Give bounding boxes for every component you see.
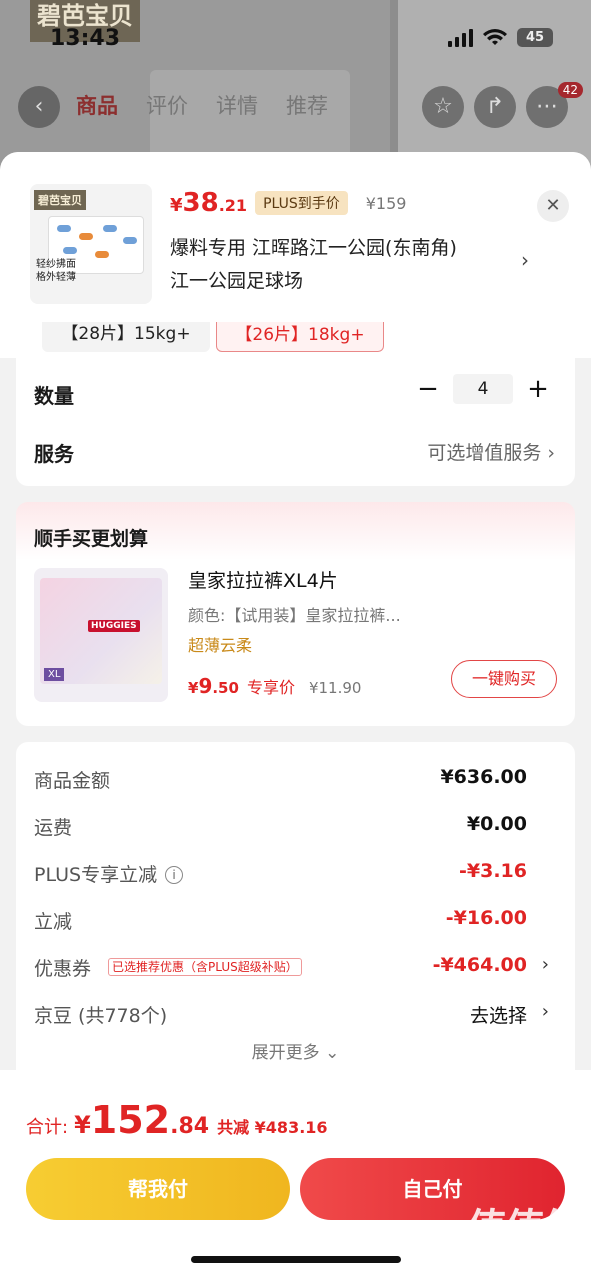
quantity-stepper: − 4 +	[415, 374, 551, 404]
checkout-footer: 合计: ¥ 152 .84 共减 ¥483.16 帮我付 自己付 值值值 zhi…	[0, 1070, 591, 1280]
bundle-product-image[interactable]: HUGGIES XL	[34, 568, 168, 702]
help-pay-button[interactable]: 帮我付	[26, 1158, 290, 1220]
bundle-price: ¥9.50 专享价 ¥11.90	[188, 674, 362, 698]
chevron-right-icon[interactable]: ›	[521, 248, 529, 272]
chevron-right-icon[interactable]: ›	[542, 1001, 549, 1022]
background-tabs: 商品 评价 详情 推荐	[76, 90, 328, 120]
bundle-card: 顺手买更划算 HUGGIES XL 皇家拉拉裤XL4片 颜色:【试用装】皇家拉拉…	[16, 502, 575, 726]
one-click-buy-button[interactable]: 一键购买	[451, 660, 557, 698]
expand-more-button[interactable]: 展开更多 ⌄	[16, 1038, 575, 1063]
bundle-product-name[interactable]: 皇家拉拉裤XL4片	[188, 566, 338, 593]
tab-recommend[interactable]: 推荐	[286, 90, 328, 120]
tab-reviews[interactable]: 评价	[146, 90, 188, 120]
summary-row-plus-discount: PLUS专享立减 i -¥3.16	[34, 860, 527, 886]
close-icon[interactable]: ✕	[537, 190, 569, 222]
signal-icon	[448, 28, 473, 47]
service-selector[interactable]: 可选增值服务 ›	[427, 438, 555, 465]
back-icon[interactable]: ‹	[18, 86, 60, 128]
share-icon[interactable]: ↱	[474, 86, 516, 128]
bundle-product-tag: 超薄云柔	[188, 636, 253, 655]
watermark: 值值值 zhizhizhi.com	[467, 1206, 583, 1266]
chevron-right-icon[interactable]: ›	[542, 954, 549, 975]
chevron-down-icon: ⌄	[325, 1043, 340, 1063]
thumb-brand-logo: 碧芭宝贝	[34, 190, 86, 210]
sheet-price: ¥38.21	[170, 188, 248, 218]
plus-button[interactable]: +	[525, 374, 551, 404]
cart-badge: 42	[557, 82, 583, 98]
status-bar: 13:43 45	[0, 22, 591, 52]
bundle-title: 顺手买更划算	[34, 528, 149, 550]
tab-product[interactable]: 商品	[76, 90, 118, 120]
tab-details[interactable]: 详情	[216, 90, 258, 120]
bundle-product-desc: 颜色:【试用装】皇家拉拉裤...	[188, 606, 401, 625]
status-time: 13:43	[50, 26, 121, 51]
info-icon[interactable]: i	[165, 866, 184, 884]
coupon-tag: 已选推荐优惠（含PLUS超级补贴）	[108, 958, 302, 976]
original-price: ¥159	[365, 193, 407, 213]
favorite-icon[interactable]: ☆	[422, 86, 464, 128]
quantity-input[interactable]: 4	[453, 374, 513, 404]
background-nav: ‹ 商品 评价 详情 推荐 ☆ ↱ ⋯ 42	[0, 82, 591, 128]
summary-row-discount: 立减 -¥16.00	[34, 907, 527, 933]
delivery-address[interactable]: 爆料专用 江晖路江一公园(东南角) 江一公园足球场	[170, 232, 510, 298]
minus-button[interactable]: −	[415, 374, 441, 404]
quantity-label: 数量	[34, 384, 74, 408]
thumb-caption: 轻纱拂面 格外轻薄	[36, 259, 76, 283]
plus-price-tag: PLUS到手价	[255, 191, 348, 215]
summary-row-shipping: 运费 ¥0.00	[34, 813, 527, 839]
total-savings: 共减 ¥483.16	[217, 1118, 328, 1137]
service-label: 服务	[34, 442, 74, 466]
battery-icon: 45	[517, 28, 553, 47]
price-row: ¥38.21 PLUS到手价 ¥159	[170, 188, 406, 218]
summary-row-goods: 商品金额 ¥636.00	[34, 766, 527, 792]
quantity-service-card: 数量 − 4 + 服务 可选增值服务 ›	[16, 352, 575, 486]
wifi-icon	[483, 28, 507, 45]
summary-row-coupon[interactable]: 优惠券 已选推荐优惠（含PLUS超级补贴） -¥464.00 ›	[34, 954, 549, 984]
background-product-page: 碧芭宝贝 13:43 45 ‹ 商品 评价 详情 推荐 ☆ ↱ ⋯ 42	[0, 0, 591, 170]
summary-row-jingdou[interactable]: 京豆 (共778个) 去选择 ›	[34, 1001, 549, 1031]
product-thumbnail: 碧芭宝贝 轻纱拂面 格外轻薄	[30, 184, 152, 304]
sheet-header: 碧芭宝贝 轻纱拂面 格外轻薄 ¥38.21 PLUS到手价 ¥159 ✕ 爆料专…	[0, 152, 591, 322]
price-summary-card: 商品金额 ¥636.00 运费 ¥0.00 PLUS专享立减 i -¥3.16 立减 -…	[16, 742, 575, 1082]
home-indicator	[191, 1256, 401, 1263]
order-total: 合计: ¥ 152 .84 共减 ¥483.16	[26, 1098, 328, 1142]
